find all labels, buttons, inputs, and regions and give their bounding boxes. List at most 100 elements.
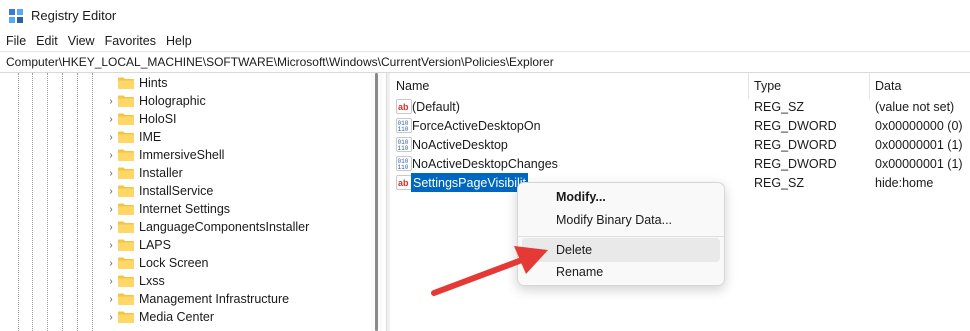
value-type: REG_DWORD	[754, 118, 837, 133]
context-menu-modify[interactable]: Modify...	[522, 185, 720, 209]
tree-item[interactable]: › Lock Screen	[106, 254, 208, 272]
binary-value-icon: 010 110	[396, 156, 412, 171]
registry-value-row[interactable]: 010 110 ForceActiveDesktopOn REG_DWORD 0x000…	[390, 116, 970, 135]
chevron-right-icon[interactable]: ›	[106, 92, 116, 110]
tree-item-label: Media Center	[139, 310, 215, 324]
folder-icon	[118, 113, 134, 125]
tree-item[interactable]: › HoloSI	[106, 110, 177, 128]
tree-item-label: InstallService	[139, 184, 214, 198]
registry-value-row[interactable]: 010 110 NoActiveDesktopChanges REG_DWORD 0x0…	[390, 154, 970, 173]
chevron-right-icon[interactable]: ›	[106, 200, 116, 218]
menu-help[interactable]: Help	[161, 34, 197, 48]
column-header-type[interactable]: Type	[748, 73, 781, 99]
address-bar[interactable]: Computer\HKEY_LOCAL_MACHINE\SOFTWARE\Mic…	[0, 51, 970, 73]
context-menu-separator	[518, 236, 724, 237]
chevron-right-icon[interactable]: ›	[106, 182, 116, 200]
tree-item[interactable]: › Management Infrastructure	[106, 290, 289, 308]
tree-guide-line	[47, 73, 48, 331]
menu-edit[interactable]: Edit	[31, 34, 63, 48]
context-menu-delete[interactable]: Delete	[522, 238, 720, 262]
svg-text:ab: ab	[398, 102, 409, 112]
chevron-right-icon[interactable]: ›	[106, 128, 116, 146]
value-name: NoActiveDesktopChanges	[412, 156, 558, 171]
window-title: Registry Editor	[31, 8, 117, 23]
tree-item[interactable]: › LAPS	[106, 236, 171, 254]
svg-text:110: 110	[398, 164, 409, 171]
tree-guide-line	[62, 73, 63, 331]
value-data: 0x00000000 (0)	[875, 118, 963, 133]
chevron-right-icon[interactable]: ›	[106, 236, 116, 254]
value-name: (Default)	[412, 99, 460, 114]
svg-text:110: 110	[398, 126, 409, 133]
chevron-right-icon[interactable]: ›	[106, 290, 116, 308]
folder-icon	[118, 257, 134, 269]
tree-item[interactable]: › Internet Settings	[106, 200, 230, 218]
folder-icon	[118, 131, 134, 143]
chevron-right-icon[interactable]: ›	[106, 272, 116, 290]
string-value-icon: ab	[396, 175, 412, 190]
folder-icon	[118, 311, 134, 323]
tree-item-label: Holographic	[139, 94, 206, 108]
value-name: NoActiveDesktop	[412, 137, 508, 152]
chevron-right-icon[interactable]: ›	[106, 146, 116, 164]
tree-item[interactable]: Hints	[106, 74, 167, 92]
tree-item-label: Lxss	[139, 274, 165, 288]
context-menu-modify-binary[interactable]: Modify Binary Data...	[522, 208, 720, 232]
registry-editor-icon	[8, 8, 24, 24]
tree-scrollbar-thumb[interactable]	[375, 73, 378, 331]
column-header-data[interactable]: Data	[869, 73, 901, 99]
tree-item[interactable]: › Lxss	[106, 272, 165, 290]
value-type: REG_SZ	[754, 175, 805, 190]
tree-scrollbar[interactable]	[371, 73, 382, 331]
folder-icon	[118, 149, 134, 161]
tree-item-label: LAPS	[139, 238, 171, 252]
tree-item[interactable]: › ImmersiveShell	[106, 146, 224, 164]
value-name: SettingsPageVisibilit	[411, 173, 529, 192]
svg-text:110: 110	[398, 145, 409, 152]
tree-item[interactable]: › Installer	[106, 164, 182, 182]
chevron-right-icon[interactable]: ›	[106, 218, 116, 236]
chevron-right-icon[interactable]: ›	[106, 254, 116, 272]
title-bar: Registry Editor	[0, 0, 970, 32]
value-type: REG_DWORD	[754, 137, 837, 152]
tree-item-label: Hints	[139, 76, 168, 90]
string-value-icon: ab	[396, 99, 412, 114]
binary-value-icon: 010 110	[396, 118, 412, 133]
tree-item[interactable]: › Media Center	[106, 308, 214, 326]
menu-file[interactable]: File	[0, 34, 31, 48]
tree-item-label: Management Infrastructure	[139, 292, 290, 306]
folder-icon	[118, 77, 134, 89]
tree-guide-line	[32, 73, 33, 331]
folder-icon	[118, 239, 134, 251]
menu-favorites[interactable]: Favorites	[100, 34, 161, 48]
tree-item-label: IME	[139, 130, 162, 144]
tree-item[interactable]: › IME	[106, 128, 161, 146]
tree-item-label: HoloSI	[139, 112, 177, 126]
context-menu: Modify... Modify Binary Data... Delete R…	[517, 182, 725, 286]
value-name: ForceActiveDesktopOn	[412, 118, 541, 133]
list-header: Name Type Data	[390, 73, 970, 99]
value-data: 0x00000001 (1)	[875, 137, 963, 152]
value-type: REG_DWORD	[754, 156, 837, 171]
tree-item[interactable]: › InstallService	[106, 182, 213, 200]
folder-icon	[118, 293, 134, 305]
svg-text:ab: ab	[398, 178, 409, 188]
tree-item-label: Internet Settings	[139, 202, 231, 216]
chevron-right-icon[interactable]: ›	[106, 110, 116, 128]
tree-item-label: ImmersiveShell	[139, 148, 225, 162]
registry-value-row[interactable]: 010 110 NoActiveDesktop REG_DWORD 0x00000001…	[390, 135, 970, 154]
chevron-right-icon[interactable]: ›	[106, 308, 116, 326]
value-data: (value not set)	[875, 99, 955, 114]
folder-icon	[118, 167, 134, 179]
menu-view[interactable]: View	[63, 34, 100, 48]
chevron-right-icon[interactable]: ›	[106, 164, 116, 182]
context-menu-rename[interactable]: Rename	[522, 260, 720, 284]
registry-value-row[interactable]: ab (Default) REG_SZ (value not set)	[390, 97, 970, 116]
tree-item-label: LanguageComponentsInstaller	[139, 220, 310, 234]
tree-guide-line	[18, 73, 19, 331]
tree-item[interactable]: › LanguageComponentsInstaller	[106, 218, 309, 236]
tree-item[interactable]: › Holographic	[106, 92, 206, 110]
value-data: hide:home	[875, 175, 934, 190]
column-header-name[interactable]: Name	[390, 73, 429, 99]
